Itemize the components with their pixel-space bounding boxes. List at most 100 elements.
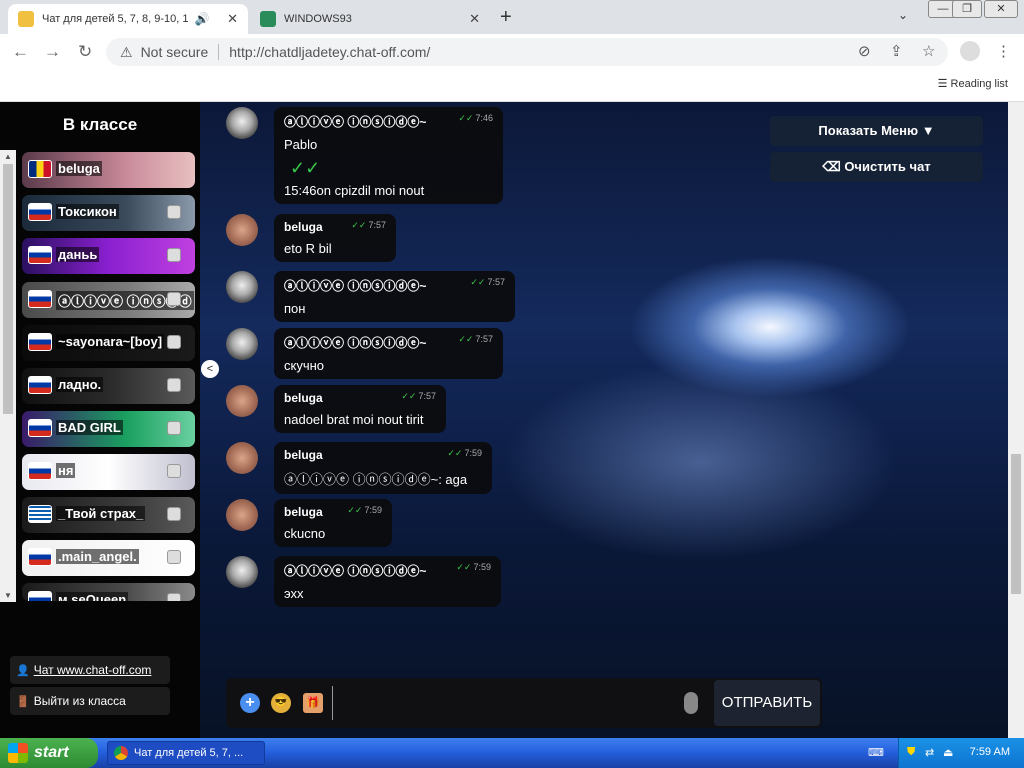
plus-icon[interactable]: + [240,693,260,713]
sidebar-title: В классе [62,115,138,134]
clear-chat-button[interactable]: ⌫ Очистить чат [770,152,983,182]
music-icon[interactable] [167,507,181,521]
music-icon[interactable] [167,335,181,349]
chat-page: В классе ▲ ▼ beluga Токсикон даньь ⓐⓛⓘⓥⓔ ⓘⓝ… [0,102,1024,738]
url-text[interactable]: http://chatdljadetey.chat-off.com/ [229,44,430,60]
user-item[interactable]: BAD GIRL [22,411,195,447]
avatar[interactable] [226,107,258,139]
menu-dots-icon[interactable]: ⋮ [996,42,1011,60]
music-icon[interactable] [167,248,181,262]
message-time: ✓✓ 7:59 [347,505,382,516]
tab-chat[interactable]: Чат для детей 5, 7, 8, 9-10, 1 🔊 ✕ [8,4,248,34]
page-scrollbar[interactable] [1008,102,1024,738]
avatar[interactable] [226,385,258,417]
exit-door-icon: 🚪 [16,695,30,708]
avatar[interactable] [226,271,258,303]
task-label: Чат для детей 5, 7, ... [134,747,244,759]
avatar[interactable] [226,499,258,531]
shield-icon[interactable]: ⛊ [907,746,915,759]
tab-search-icon[interactable]: ⌄ [898,8,908,22]
music-icon[interactable] [167,378,181,392]
emoji-icon[interactable]: 😎 [271,693,291,713]
avatar[interactable] [226,442,258,474]
safely-remove-icon[interactable]: ⏏ [943,746,953,759]
forward-icon[interactable]: → [44,42,61,62]
user-item[interactable]: даньь [22,238,195,274]
russia-flag-icon [28,290,52,308]
scroll-thumb[interactable] [1011,454,1021,594]
taskbar-chrome-task[interactable]: Чат для детей 5, 7, ... [107,741,265,765]
speaker-icon[interactable]: 🔊 [195,12,210,26]
microphone-icon[interactable] [684,692,698,714]
user-item[interactable]: Токсикон [22,195,195,231]
user-item[interactable]: ~sayonara~[boy] [22,325,195,361]
user-name: beluga [56,161,102,176]
network-icon[interactable]: ⇄ [925,746,934,759]
message-text: пон [284,301,306,316]
read-check-icon: ✓✓ [401,391,417,401]
browser-toolbar: ← → ↻ ⚠ Not secure http://chatdljadetey.… [0,34,1024,70]
user-item[interactable]: _Твой страх_ [22,497,195,533]
user-name: Токсикон [56,204,119,219]
taskbar: start Чат для детей 5, 7, ... ⌨ ⛊ ⇄ ⏏ 7:… [0,738,1024,768]
user-item[interactable]: ладно. [22,368,195,404]
show-menu-button[interactable]: Показать Меню ▼ [770,116,983,146]
reading-list-button[interactable]: ☰ Reading list [938,77,1008,90]
address-bar[interactable]: ⚠ Not secure http://chatdljadetey.chat-o… [106,38,948,66]
new-tab-button[interactable]: + [500,6,512,29]
close-window-button[interactable]: ✕ [984,0,1018,18]
user-item[interactable]: ⓐⓛⓘⓥⓔ ⓘⓝⓢⓘⓓ [22,282,195,318]
user-item[interactable]: .main_angel. [22,540,195,576]
music-icon[interactable] [167,205,181,219]
collapse-sidebar-button[interactable]: < [201,360,219,378]
music-icon[interactable] [167,292,181,306]
user-item[interactable]: м seQueen [22,583,195,601]
exit-class-button[interactable]: 🚪 Выйти из класса [10,687,170,715]
message-text: ckucno [284,526,326,541]
romania-flag-icon [28,160,52,178]
avatar[interactable] [226,214,258,246]
chat-site-link[interactable]: 👤 Чат www.chat-off.com [10,656,170,684]
profile-icon[interactable] [960,41,980,61]
avatar[interactable] [226,328,258,360]
message-input[interactable] [332,686,672,720]
maximize-button[interactable]: ❐ [952,0,982,18]
user-item[interactable]: ня [22,454,195,490]
scroll-up-icon[interactable]: ▲ [4,152,12,161]
reload-icon[interactable]: ↻ [78,42,92,62]
tab-title: WINDOWS93 [284,13,352,25]
message-bubble: ⓐⓛⓘⓥⓔ ⓘⓝⓢⓘⓓⓔ~ ✓✓ 7:46 Pablo ✓✓ 15:46on cpizdi… [274,107,503,204]
avatar[interactable] [226,556,258,588]
eye-slash-icon[interactable]: ⊘ [858,42,871,60]
message-text: nadoel brat moi nout tirit [284,412,424,427]
back-icon[interactable]: ← [12,42,29,62]
tab-windows93[interactable]: WINDOWS93 ✕ [250,4,490,34]
close-tab-icon[interactable]: ✕ [227,11,238,27]
user-name: .main_angel. [56,549,139,564]
music-icon[interactable] [167,421,181,435]
tab-strip: Чат для детей 5, 7, 8, 9-10, 1 🔊 ✕ WINDO… [0,0,1024,34]
scroll-down-icon[interactable]: ▼ [4,591,12,600]
message-bubble: beluga ✓✓ 7:57 nadoel brat moi nout tirit [274,385,446,433]
keyboard-icon[interactable]: ⌨ [868,746,884,759]
send-button[interactable]: ОТПРАВИТЬ [714,680,820,726]
start-button[interactable]: start [0,738,98,768]
user-name: BAD GIRL [56,420,123,435]
bookmark-star-icon[interactable]: ☆ [922,42,935,60]
russia-flag-icon [28,203,52,221]
chat-favicon [18,11,34,27]
read-check-icon: ✓✓ [456,562,472,572]
sidebar-scrollbar[interactable]: ▲ ▼ [0,150,16,602]
user-item[interactable]: beluga [22,152,195,188]
close-tab-icon[interactable]: ✕ [469,11,480,27]
music-icon[interactable] [167,550,181,564]
gift-icon[interactable]: 🎁 [303,693,323,713]
time-label: 7:57 [487,277,505,287]
music-icon[interactable] [167,464,181,478]
russia-flag-icon [28,591,52,601]
message-bubble: ⓐⓛⓘⓥⓔ ⓘⓝⓢⓘⓓⓔ~ ✓✓ 7:57 пон [274,271,515,322]
scroll-thumb[interactable] [3,164,13,414]
share-icon[interactable]: ⇪ [890,42,903,60]
user-name: ладно. [56,377,104,392]
music-icon[interactable] [167,593,181,601]
